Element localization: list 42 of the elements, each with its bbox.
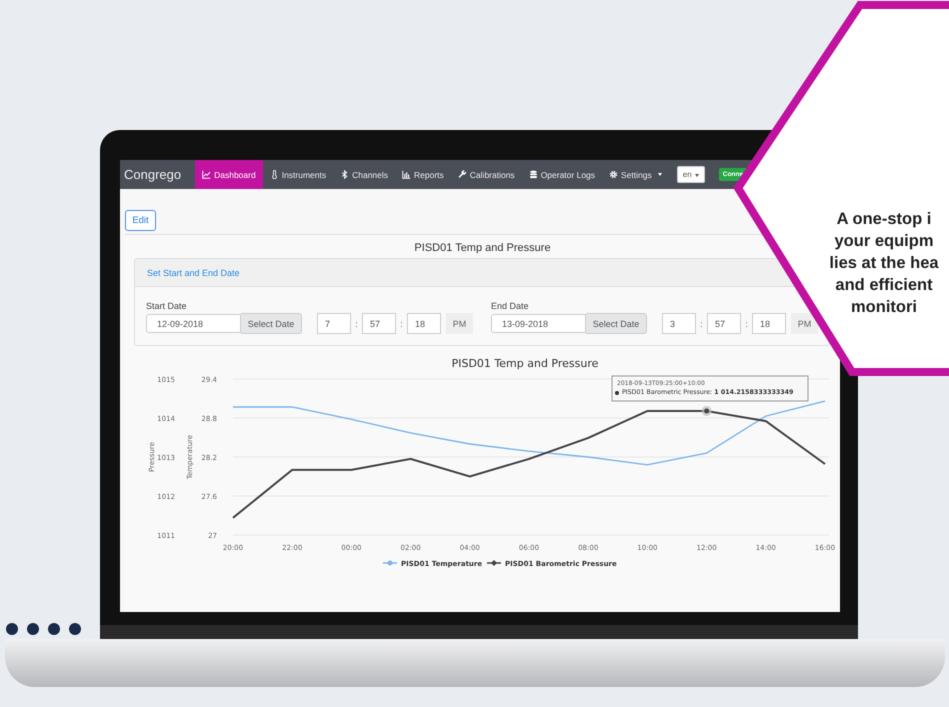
wrench-icon	[458, 170, 467, 179]
am-pm-toggle[interactable]: PM	[446, 313, 473, 334]
hover-marker	[702, 406, 712, 416]
select-date-button[interactable]: Select Date	[586, 313, 647, 334]
nav-link[interactable]: Calibrations	[450, 160, 522, 189]
hour-field[interactable]: 3	[662, 313, 696, 334]
date-label: End Date	[491, 301, 530, 311]
bluetooth-icon	[340, 170, 350, 179]
bar-chart-icon	[402, 170, 412, 179]
legend-line-dot-icon	[383, 560, 397, 566]
legend-line-diamond-icon	[487, 560, 501, 566]
time-separator: :	[699, 318, 704, 328]
nav-link[interactable]: Reports	[395, 160, 451, 189]
nav-link[interactable]: Operator Logs	[522, 160, 602, 189]
caret-icon	[694, 174, 699, 177]
thermometer-icon	[270, 170, 279, 179]
callout-text: A one-stop i your equipm lies at the hea and efficient monitori	[828, 209, 940, 318]
database-icon	[528, 170, 538, 179]
minute-field[interactable]: 57	[362, 313, 396, 334]
line-chart-icon	[202, 170, 212, 179]
date-label: Start Date	[146, 301, 188, 311]
nav-link[interactable]: Dashboard	[195, 160, 263, 189]
time-separator: :	[399, 318, 404, 328]
nav-link[interactable]: Settings	[602, 160, 669, 189]
date-field[interactable]: 13-09-2018	[491, 314, 586, 333]
nav-link[interactable]: Channels	[333, 160, 396, 189]
select-date-button[interactable]: Select Date	[241, 313, 302, 334]
am-pm-toggle[interactable]: PM	[791, 313, 818, 334]
nav-link[interactable]: Instruments	[262, 160, 334, 189]
gear-icon	[609, 170, 618, 179]
hour-field[interactable]: 7	[317, 313, 351, 334]
edit-button[interactable]: Edit	[125, 210, 156, 231]
second-field[interactable]: 18	[752, 313, 786, 334]
language-dropdown[interactable]: en	[676, 166, 705, 183]
second-field[interactable]: 18	[407, 313, 441, 334]
brand-name[interactable]: Congrego	[124, 160, 196, 189]
bullet-icon	[615, 391, 619, 395]
chart-title: PISD01 Temp and Pressure	[452, 357, 598, 370]
minute-field[interactable]: 57	[707, 313, 741, 334]
date-field[interactable]: 12-09-2018	[146, 314, 241, 333]
time-separator: :	[354, 318, 359, 328]
time-separator: :	[744, 318, 749, 328]
